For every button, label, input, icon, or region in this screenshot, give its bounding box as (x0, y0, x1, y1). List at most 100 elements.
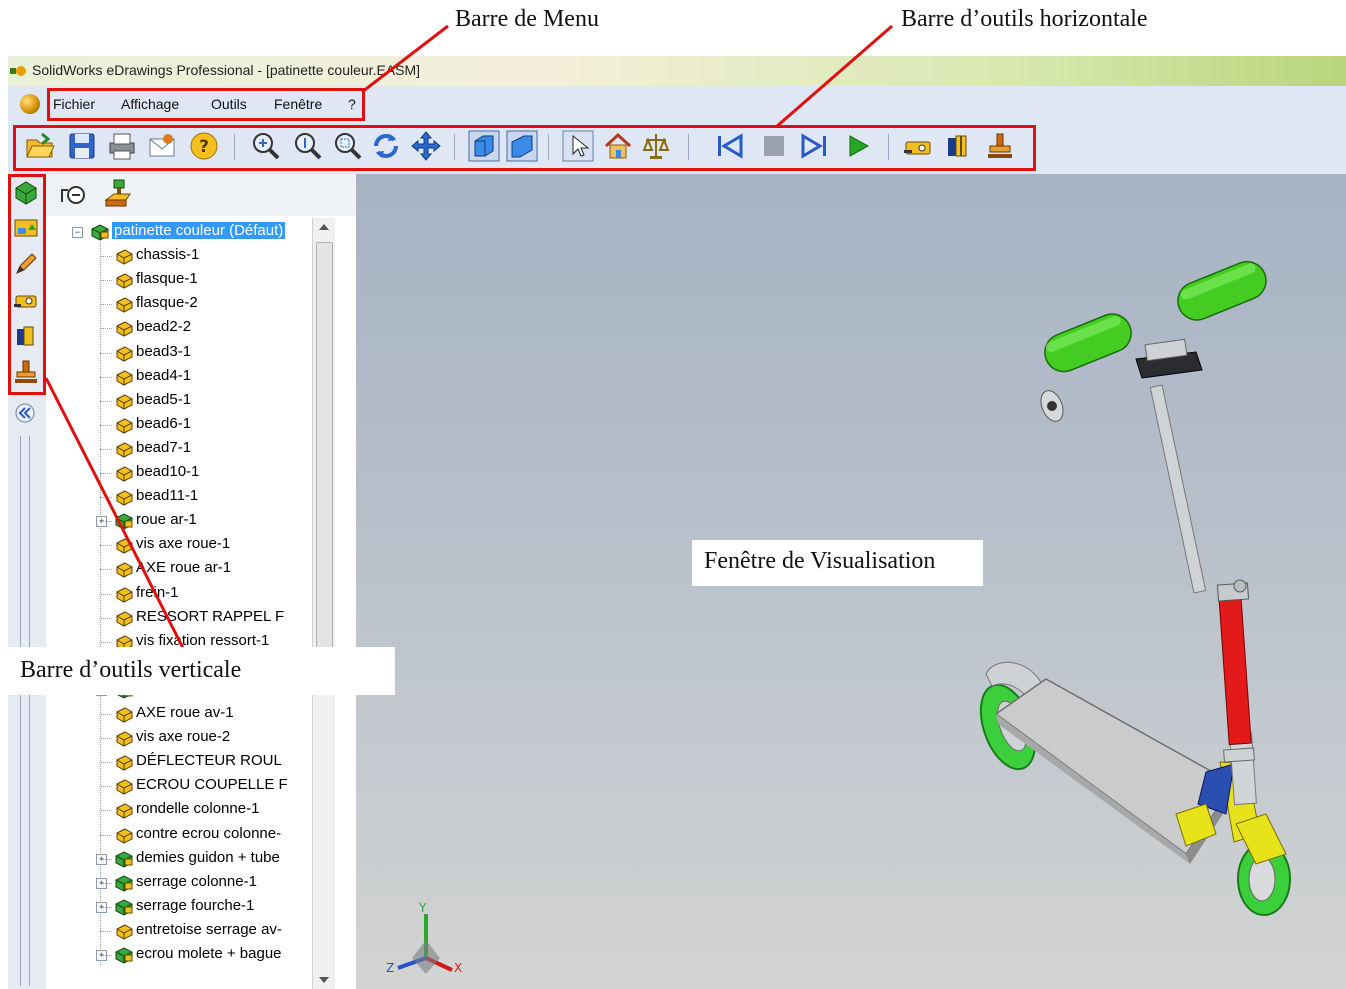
tree-item-label: vis axe roue-1 (136, 535, 231, 553)
tree-connector (100, 906, 112, 908)
collapse-icon[interactable] (14, 402, 36, 424)
panel-header (46, 174, 356, 216)
tree-connector (100, 641, 112, 643)
tree-connector (100, 858, 112, 860)
tree-connector (100, 473, 112, 474)
title-bar: SolidWorks eDrawings Professional - [pat… (8, 56, 1346, 86)
part-icon (116, 827, 133, 844)
tree-connector (100, 569, 112, 571)
tree-connector (100, 810, 112, 812)
tree-item-label: bead3-1 (136, 342, 192, 360)
tree-connector (100, 930, 112, 932)
window-title: SolidWorks eDrawings Professional - [pat… (32, 62, 421, 78)
menu-bar-highlight (47, 88, 365, 121)
tree-connector (100, 955, 112, 956)
part-icon (116, 345, 133, 362)
axis-y-label: Y (418, 901, 427, 915)
tree-item-label: chassis-1 (136, 246, 200, 264)
tree-root-label: patinette couleur (Défaut) (112, 222, 286, 239)
part-icon (116, 321, 133, 337)
subassembly-icon (115, 851, 133, 868)
scroll-up-arrow-icon[interactable] (319, 224, 329, 230)
tree-connector (100, 497, 112, 499)
part-icon (116, 466, 133, 482)
edrawings-logo-icon[interactable] (20, 94, 40, 114)
part-icon (116, 731, 133, 747)
tree-item-label: RESSORT RAPPEL F (136, 607, 285, 625)
tree-item-label: frein-1 (136, 583, 179, 601)
tree-connector (100, 762, 112, 764)
tree-connector (100, 834, 112, 836)
tree-item-label: flasque-1 (136, 270, 198, 288)
tree-item-label: bead5-1 (136, 390, 192, 408)
subassembly-icon (115, 947, 133, 964)
tree-item-label: serrage colonne-1 (136, 872, 257, 890)
tree-item-label: bead7-1 (136, 438, 192, 456)
tree-item-label: bead4-1 (136, 366, 192, 384)
part-icon (116, 755, 133, 771)
subassembly-icon (115, 875, 133, 892)
subassembly-icon (115, 899, 133, 916)
part-icon (116, 297, 133, 313)
tree-connector (100, 328, 112, 330)
callout-horizontal-toolbar: Barre d’outils horizontale (901, 6, 1148, 33)
part-icon (116, 586, 133, 603)
part-icon (116, 370, 133, 386)
tree-item-label: AXE roue ar-1 (136, 559, 232, 577)
part-icon (116, 562, 133, 578)
tree-connector (100, 448, 112, 450)
tree-item-label: demies guidon + tube (136, 848, 280, 866)
part-icon (116, 273, 133, 289)
tree-connector (100, 617, 112, 619)
show-all-icon[interactable] (58, 180, 90, 210)
tree-connector (100, 882, 112, 884)
reset-components-icon[interactable] (102, 178, 134, 210)
tree-item-label: bead6-1 (136, 414, 192, 432)
tree-connector (100, 256, 112, 258)
tree-connector (100, 400, 112, 402)
tree-item-label: entretoise serrage av- (136, 920, 282, 938)
tree-item-label: rondelle colonne-1 (136, 800, 260, 818)
tree-item-label: contre ecrou colonne- (136, 824, 282, 842)
tree-item-label: ECROU COUPELLE F (136, 776, 288, 794)
axis-x-label: X (454, 961, 462, 975)
part-icon (116, 924, 133, 940)
vertical-toolbar-highlight (8, 174, 46, 395)
tree-connector (100, 738, 112, 740)
part-icon (116, 418, 133, 434)
part-icon (116, 611, 133, 627)
part-icon (116, 394, 133, 410)
tree-connector (100, 280, 112, 282)
axis-triad: Y X Z (386, 901, 462, 975)
collapse-toggle-icon[interactable]: − (72, 227, 83, 238)
tree-item-label: serrage fourche-1 (136, 896, 255, 914)
tree-connector (100, 786, 112, 788)
part-icon (116, 442, 133, 458)
tree-scrollbar[interactable] (312, 218, 335, 989)
tree-item-label: flasque-2 (136, 294, 198, 312)
part-icon (116, 249, 133, 265)
scroll-thumb[interactable] (316, 242, 333, 664)
part-icon (116, 779, 133, 795)
tree-item-label: DÉFLECTEUR ROUL (136, 752, 282, 770)
callout-vertical-toolbar: Barre d’outils verticale (8, 647, 396, 695)
tree-item-label: roue ar-1 (136, 511, 197, 529)
tree-connector (100, 304, 112, 306)
tree-item-label: bead2-2 (136, 318, 192, 336)
assembly-icon (91, 224, 109, 241)
tree-connector (100, 376, 112, 378)
tree-item-label: AXE roue av-1 (136, 704, 234, 721)
app-icon (10, 66, 26, 76)
tree-connector (100, 545, 112, 547)
part-icon (116, 707, 133, 723)
part-icon (116, 803, 133, 819)
tree-connector (100, 714, 112, 715)
tree-connector (100, 352, 112, 354)
components-panel: − patinette couleur (Défaut) chassis-1 flas… (46, 174, 358, 989)
scroll-down-arrow-icon[interactable] (319, 977, 329, 983)
tree-item-label: vis axe roue-2 (136, 728, 231, 746)
tree-connector (100, 521, 112, 523)
toolbar-highlight (13, 125, 1036, 171)
panel-splitter[interactable] (20, 436, 30, 986)
component-tree: − patinette couleur (Défaut) chassis-1 flas… (62, 218, 316, 989)
